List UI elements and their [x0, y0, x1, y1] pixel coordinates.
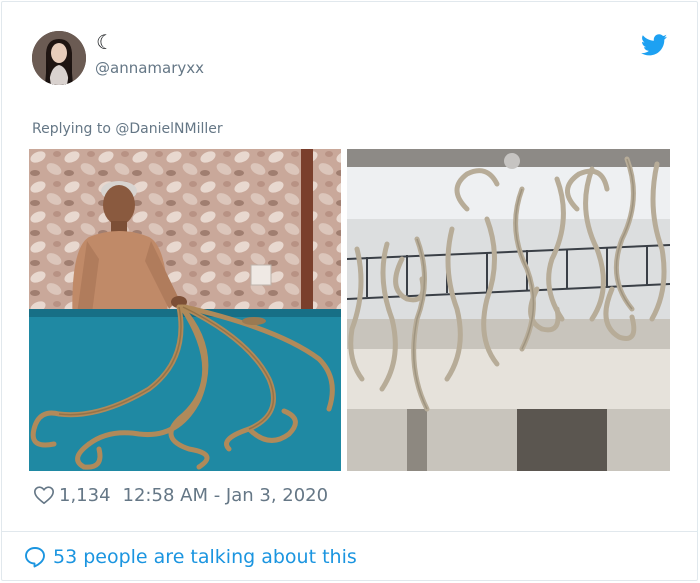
talking-about-link[interactable]: 53 people are talking about this: [23, 543, 357, 571]
tweet-meta: 1,134 12:58 AM - Jan 3, 2020: [33, 482, 328, 508]
tweet-photo-1[interactable]: [29, 149, 341, 471]
divider: [1, 531, 698, 532]
like-count[interactable]: 1,134: [59, 485, 111, 506]
replying-prefix: Replying to: [32, 121, 116, 137]
replying-to: Replying to @DanielNMiller: [32, 120, 223, 138]
tweet-timestamp[interactable]: 12:58 AM - Jan 3, 2020: [123, 485, 329, 506]
photo-balcony-with-long-nails: [347, 149, 670, 471]
photo-man-with-long-nails: [29, 149, 341, 471]
avatar[interactable]: [32, 31, 86, 85]
heart-icon[interactable]: [33, 484, 55, 506]
speech-bubble-icon: [25, 547, 45, 568]
tweet-photo-2[interactable]: [347, 149, 670, 471]
talking-text[interactable]: 53 people are talking about this: [53, 546, 357, 568]
display-name[interactable]: ☾: [96, 30, 114, 54]
replying-mention-link[interactable]: @DanielNMiller: [115, 121, 222, 137]
avatar-image: [32, 31, 86, 85]
twitter-bird-icon[interactable]: [641, 34, 667, 56]
user-handle[interactable]: @annamaryxx: [95, 58, 204, 78]
